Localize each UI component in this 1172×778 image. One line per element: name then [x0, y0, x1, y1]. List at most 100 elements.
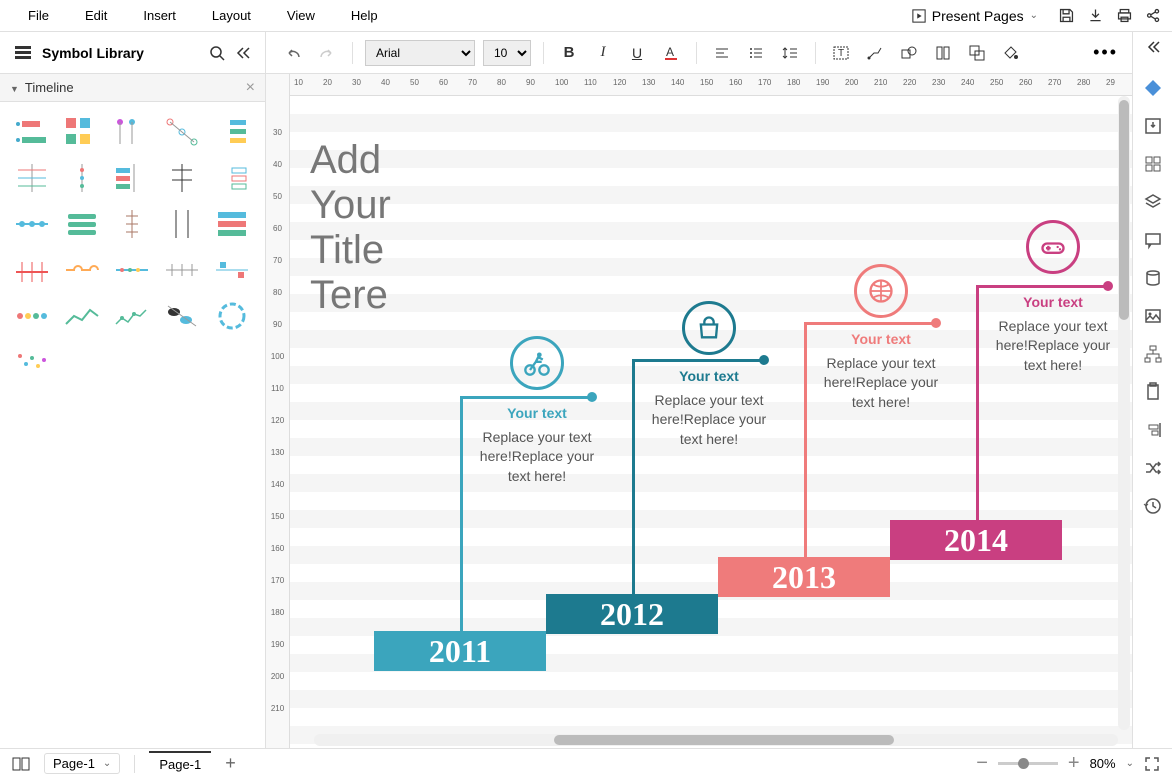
timeline-shape[interactable]: [210, 250, 254, 290]
close-category-icon[interactable]: ×: [246, 79, 255, 97]
layers-icon[interactable]: [1143, 192, 1163, 212]
redo-button[interactable]: [314, 40, 340, 66]
qr-icon[interactable]: [1143, 154, 1163, 174]
menu-layout[interactable]: Layout: [194, 2, 269, 29]
font-size-select[interactable]: 10: [483, 40, 531, 66]
bold-button[interactable]: B: [556, 40, 582, 66]
canvas-wrap: 3040506070809010011012013014015016017018…: [266, 74, 1132, 748]
connector-button[interactable]: [862, 40, 888, 66]
search-icon[interactable]: [209, 45, 225, 61]
italic-button[interactable]: I: [590, 40, 616, 66]
timeline-shape[interactable]: [110, 296, 154, 336]
scrollbar-vertical[interactable]: [1118, 96, 1130, 730]
timeline-shape[interactable]: [10, 158, 54, 198]
shuffle-icon[interactable]: [1143, 458, 1163, 478]
text-box-button[interactable]: T: [828, 40, 854, 66]
timeline-shape[interactable]: [210, 204, 254, 244]
download-icon[interactable]: [1087, 7, 1104, 24]
image-icon[interactable]: [1143, 306, 1163, 326]
scrollbar-thumb[interactable]: [554, 735, 894, 745]
scrollbar-thumb[interactable]: [1119, 100, 1129, 320]
hierarchy-icon[interactable]: [1143, 344, 1163, 364]
menu-view[interactable]: View: [269, 2, 333, 29]
timeline-shape[interactable]: [10, 342, 54, 382]
pages-icon[interactable]: [12, 757, 30, 771]
timeline-shape[interactable]: [160, 296, 204, 336]
scrollbar-horizontal[interactable]: [314, 734, 1118, 746]
menu-insert[interactable]: Insert: [125, 2, 194, 29]
timeline-shape[interactable]: [60, 112, 104, 152]
canvas[interactable]: Add Your Title Tere Your text Replace yo…: [290, 96, 1132, 748]
print-icon[interactable]: [1116, 7, 1133, 24]
underline-button[interactable]: U: [624, 40, 650, 66]
timeline-shape[interactable]: [10, 250, 54, 290]
list-button[interactable]: [743, 40, 769, 66]
menu-file[interactable]: File: [10, 2, 67, 29]
year-label: 2012: [546, 594, 718, 634]
timeline-shape[interactable]: [10, 204, 54, 244]
shape-button[interactable]: [896, 40, 922, 66]
zoom-out-button[interactable]: −: [976, 752, 988, 775]
share-icon[interactable]: [1145, 7, 1162, 24]
timeline-shape[interactable]: [110, 158, 154, 198]
timeline-shape[interactable]: [160, 204, 204, 244]
save-icon[interactable]: [1058, 7, 1075, 24]
arrange-button[interactable]: [930, 40, 956, 66]
step-heading: Your text: [644, 367, 774, 387]
timeline-shape[interactable]: [210, 112, 254, 152]
zoom-slider[interactable]: [998, 762, 1058, 765]
theme-icon[interactable]: [1143, 78, 1163, 98]
export-icon[interactable]: [1143, 116, 1163, 136]
step-body: Replace your text here!Replace your text…: [816, 354, 946, 413]
add-page-button[interactable]: +: [225, 753, 236, 774]
menu-help[interactable]: Help: [333, 2, 396, 29]
basketball-icon: [867, 277, 895, 305]
timeline-shape[interactable]: [110, 250, 154, 290]
align-button[interactable]: [709, 40, 735, 66]
timeline-shape[interactable]: [210, 296, 254, 336]
zoom-value[interactable]: 80%: [1090, 756, 1116, 771]
fill-button[interactable]: [998, 40, 1024, 66]
history-icon[interactable]: [1143, 496, 1163, 516]
font-color-button[interactable]: A: [658, 40, 684, 66]
page-selector[interactable]: Page-1 ⌄: [44, 753, 120, 774]
category-timeline[interactable]: ▼Timeline ×: [0, 74, 265, 102]
zoom-in-button[interactable]: +: [1068, 752, 1080, 775]
fullscreen-icon[interactable]: [1144, 756, 1160, 772]
font-family-select[interactable]: Arial: [365, 40, 475, 66]
menubar: File Edit Insert Layout View Help Presen…: [0, 0, 1172, 32]
step-body: Replace your text here!Replace your text…: [472, 428, 602, 487]
clipboard-icon[interactable]: [1143, 382, 1163, 402]
collapse-left-icon[interactable]: [235, 45, 251, 61]
undo-button[interactable]: [280, 40, 306, 66]
menubar-right: Present Pages ⌄: [904, 4, 1162, 28]
timeline-shape[interactable]: [210, 158, 254, 198]
group-button[interactable]: [964, 40, 990, 66]
zoom-slider-thumb[interactable]: [1018, 758, 1029, 769]
align-right-icon[interactable]: [1143, 420, 1163, 440]
timeline-shape[interactable]: [110, 112, 154, 152]
comment-icon[interactable]: [1143, 230, 1163, 250]
present-pages-button[interactable]: Present Pages ⌄: [904, 4, 1046, 28]
timeline-shape[interactable]: [10, 296, 54, 336]
timeline-shape[interactable]: [60, 158, 104, 198]
symbol-library-title: Symbol Library: [42, 45, 199, 61]
page-tab[interactable]: Page-1: [149, 751, 211, 776]
data-icon[interactable]: [1143, 268, 1163, 288]
play-icon: [912, 9, 926, 23]
diagram-title[interactable]: Add Your Title Tere: [310, 138, 391, 318]
timeline-shape[interactable]: [60, 296, 104, 336]
timeline-shape[interactable]: [110, 204, 154, 244]
timeline-shape[interactable]: [160, 112, 204, 152]
timeline-shape[interactable]: [160, 250, 204, 290]
line-spacing-button[interactable]: [777, 40, 803, 66]
expand-right-icon[interactable]: [1146, 40, 1160, 54]
timeline-shape[interactable]: [160, 158, 204, 198]
timeline-shape[interactable]: [60, 204, 104, 244]
left-panel: Symbol Library ▼Timeline ×: [0, 32, 266, 748]
menu-edit[interactable]: Edit: [67, 2, 125, 29]
timeline-shape[interactable]: [10, 112, 54, 152]
cycling-icon: [523, 349, 551, 377]
more-tools-icon[interactable]: •••: [1093, 42, 1118, 63]
timeline-shape[interactable]: [60, 250, 104, 290]
